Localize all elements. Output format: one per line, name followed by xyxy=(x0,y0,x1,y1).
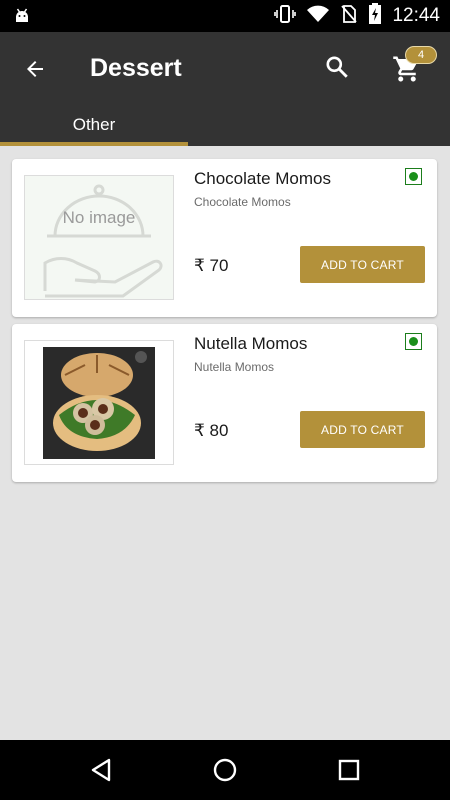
search-icon xyxy=(326,56,348,78)
list-item[interactable]: No image Chocolate Momos Chocolate Momos… xyxy=(12,159,437,317)
android-icon xyxy=(12,6,32,31)
status-bar: 12:44 xyxy=(0,0,450,32)
back-arrow-icon xyxy=(27,61,43,77)
item-name: Chocolate Momos xyxy=(194,169,332,188)
nav-recents-button[interactable] xyxy=(333,754,365,786)
item-price: ₹ 80 xyxy=(194,421,229,440)
no-image-label: No image xyxy=(62,208,136,227)
nav-home-button[interactable] xyxy=(209,754,241,786)
list-item[interactable]: Nutella Momos Nutella Momos ₹ 80 ADD TO … xyxy=(12,324,437,482)
tab-other[interactable]: Other xyxy=(0,112,188,146)
veg-indicator-icon xyxy=(405,333,422,350)
item-price: ₹ 70 xyxy=(194,256,229,275)
veg-indicator-icon xyxy=(405,168,422,185)
no-image-placeholder: No image xyxy=(24,175,174,300)
wifi-icon xyxy=(306,4,330,29)
no-sim-icon xyxy=(340,4,358,29)
back-triangle-icon xyxy=(91,758,111,782)
page-title: Dessert xyxy=(90,54,182,82)
battery-charging-icon xyxy=(368,2,382,30)
vibrate-icon xyxy=(274,4,297,29)
tab-label: Other xyxy=(72,115,116,134)
app-bar: Dessert 4 Other xyxy=(0,32,450,146)
cart-count-badge: 4 xyxy=(405,46,437,64)
item-description: Chocolate Momos xyxy=(194,195,291,209)
item-image xyxy=(24,340,174,465)
home-circle-icon xyxy=(213,758,237,782)
nav-back-button[interactable] xyxy=(85,754,117,786)
back-button[interactable] xyxy=(18,52,52,86)
tab-indicator xyxy=(0,142,188,146)
add-to-cart-button[interactable]: ADD TO CART xyxy=(300,411,425,448)
item-description: Nutella Momos xyxy=(194,360,275,374)
search-button[interactable] xyxy=(320,50,354,84)
cart-button[interactable]: 4 xyxy=(390,46,437,86)
recents-square-icon xyxy=(338,759,360,781)
item-name: Nutella Momos xyxy=(194,334,308,353)
add-to-cart-button[interactable]: ADD TO CART xyxy=(300,246,425,283)
status-time: 12:44 xyxy=(392,5,440,26)
navigation-bar xyxy=(0,740,450,800)
